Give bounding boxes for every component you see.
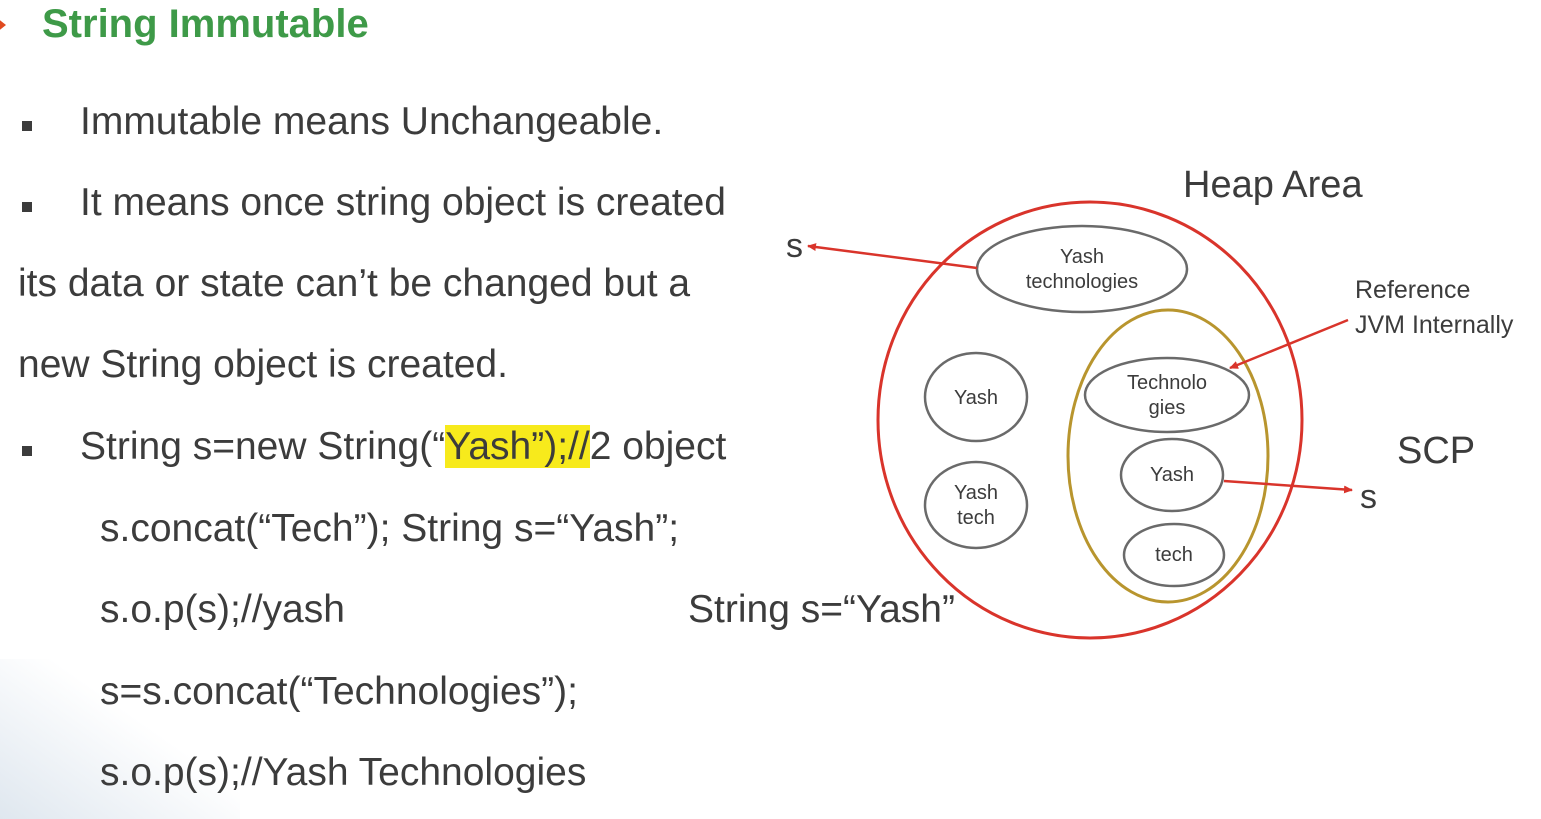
reference-label-line2: JVM Internally xyxy=(1355,311,1514,339)
node-label-scp-technolo: Technolo xyxy=(1126,372,1208,394)
node-label-scp-gies: gies xyxy=(1148,397,1186,419)
arrow-reference xyxy=(1229,318,1349,370)
node-label-heap-yashtech-2: tech xyxy=(957,507,995,529)
scp-label: SCP xyxy=(1397,430,1476,472)
s-left-label: s xyxy=(786,227,803,265)
heap-area-label: Heap Area xyxy=(1183,164,1363,206)
node-label-heap-yash: Yash xyxy=(953,387,999,409)
arrow-s-right xyxy=(1223,479,1353,494)
node-heap-yashtech xyxy=(923,460,1029,550)
node-label-scp-tech: tech xyxy=(1155,544,1193,566)
s-right-label: s xyxy=(1360,478,1377,516)
memory-diagram xyxy=(807,200,1353,640)
node-label-yash: Yash xyxy=(1059,246,1105,268)
reference-label-line1: Reference xyxy=(1355,276,1471,304)
node-label-heap-yashtech-1: Yash xyxy=(953,482,999,504)
node-yash-technologies xyxy=(975,224,1189,314)
node-scp-technologies xyxy=(1083,356,1251,434)
node-label-technologies: technologies xyxy=(1025,271,1139,293)
arrow-s-left xyxy=(807,243,978,270)
node-label-scp-yash: Yash xyxy=(1149,464,1195,486)
